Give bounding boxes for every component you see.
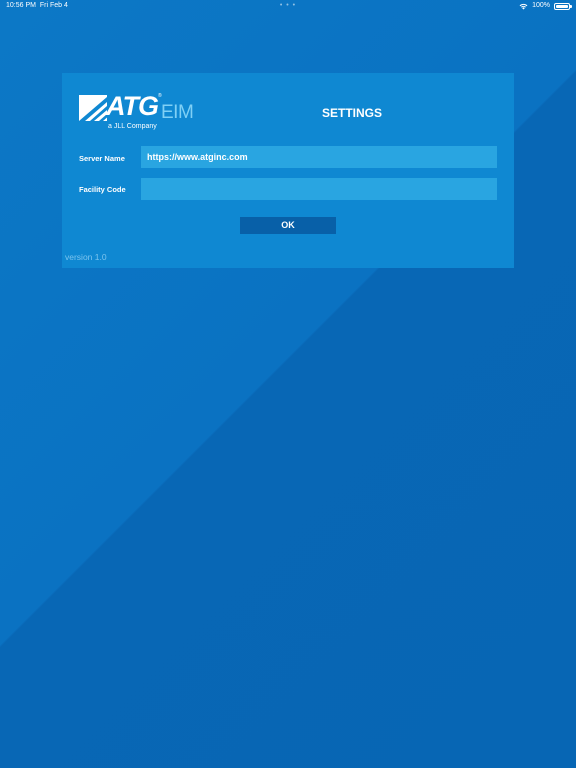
logo-brand: ATG	[106, 91, 159, 121]
server-name-input[interactable]	[141, 146, 497, 168]
status-right: 100%	[519, 0, 572, 12]
status-time: 10:56 PM	[6, 2, 36, 9]
battery-percent: 100%	[532, 2, 550, 9]
atg-eim-logo: ATG ® EIM a JLL Company	[79, 91, 194, 133]
server-name-label: Server Name	[79, 154, 125, 163]
settings-panel: ATG ® EIM a JLL Company SETTINGS Server …	[62, 73, 514, 268]
multitasking-dots[interactable]: • • •	[280, 0, 296, 12]
logo-registered: ®	[158, 93, 162, 99]
page-title: SETTINGS	[322, 106, 383, 120]
facility-code-input[interactable]	[141, 178, 497, 200]
status-date: Fri Feb 4	[39, 2, 68, 9]
logo-product: EIM	[161, 102, 194, 123]
status-bar: 10:56 PM Fri Feb 4 • • • 100%	[0, 0, 576, 12]
wifi-icon	[519, 3, 528, 9]
version-label: version 1.0	[65, 252, 107, 262]
status-time-date: 10:56 PM Fri Feb 4	[6, 0, 68, 12]
ok-button[interactable]: OK	[240, 217, 336, 234]
logo-tagline: a JLL Company	[108, 123, 157, 130]
atg-stripes-logo	[79, 95, 107, 121]
facility-code-label: Facility Code	[79, 185, 126, 194]
battery-icon	[554, 2, 572, 10]
